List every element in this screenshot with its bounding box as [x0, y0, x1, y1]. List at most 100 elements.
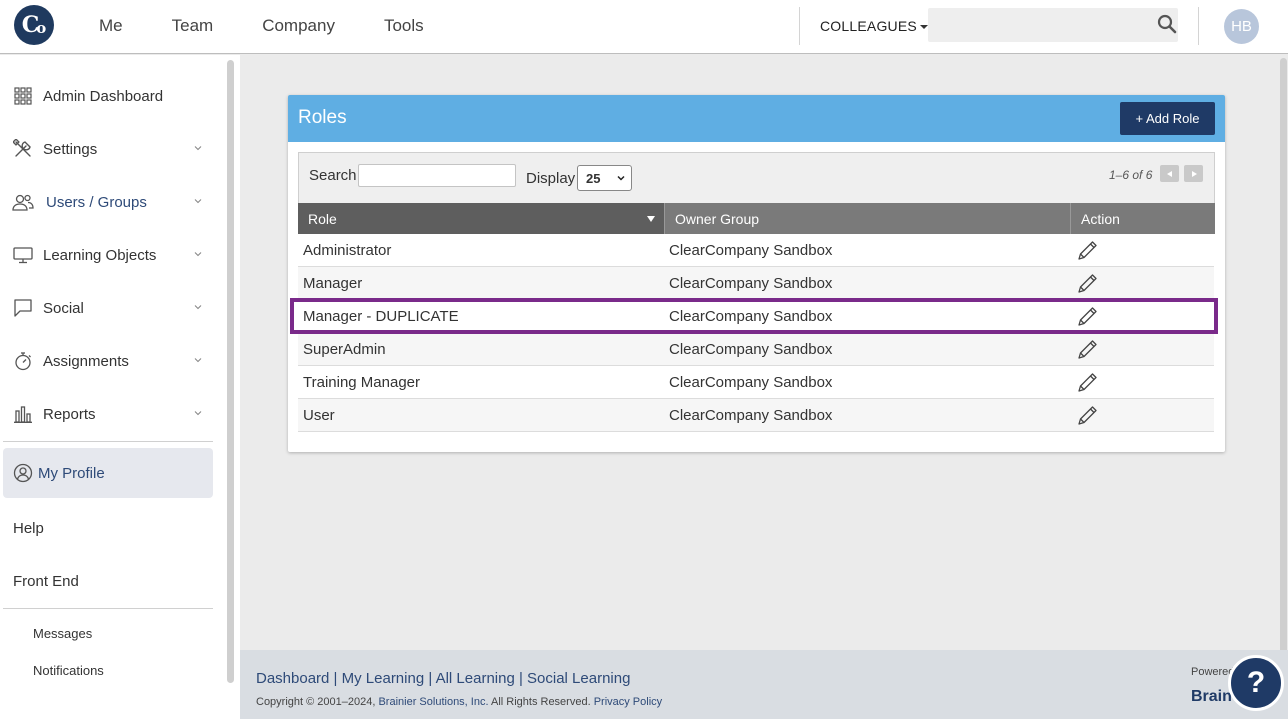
sidebar-item-assignments[interactable]: Assignments [12, 347, 212, 375]
role-cell: Manager [303, 275, 363, 292]
footer-link-dashboard[interactable]: Dashboard [256, 670, 329, 687]
display-label: Display [526, 170, 576, 187]
clearcompany-logo[interactable]: Co [14, 5, 54, 45]
role-cell: User [303, 407, 335, 424]
top-navbar: Co Me Team Company Tools COLLEAGUES HB [0, 0, 1288, 54]
column-label: Role [308, 210, 337, 227]
sidebar-item-my-profile[interactable]: My Profile [3, 448, 213, 498]
triangle-left-icon [1166, 170, 1172, 177]
column-header-role[interactable]: Role [298, 203, 664, 234]
edit-pencil-icon[interactable] [1074, 370, 1100, 396]
page-scrollbar[interactable] [1280, 58, 1287, 684]
owner-group-cell: ClearCompany Sandbox [669, 275, 833, 292]
edit-pencil-icon[interactable] [1074, 304, 1100, 330]
triangle-right-icon [1191, 170, 1197, 177]
sidebar-divider [3, 441, 213, 442]
sidebar-item-notifications[interactable]: Notifications [33, 663, 104, 678]
sidebar-item-label: Settings [43, 140, 98, 158]
sidebar-item-admin-dashboard[interactable]: Admin Dashboard [12, 82, 212, 110]
sidebar-item-social[interactable]: Social [12, 294, 212, 322]
nav-company[interactable]: Company [262, 16, 335, 36]
nav-team[interactable]: Team [172, 16, 214, 36]
table-row: SuperAdmin ClearCompany Sandbox [298, 333, 1214, 366]
column-header-owner-group[interactable]: Owner Group [664, 203, 1070, 234]
tools-icon [12, 138, 34, 160]
sidebar-item-label: Social [43, 299, 84, 317]
edit-pencil-icon[interactable] [1074, 403, 1100, 429]
sidebar-item-learning-objects[interactable]: Learning Objects [12, 241, 212, 269]
nav-divider [1198, 7, 1199, 45]
column-header-action: Action [1070, 203, 1215, 234]
edit-pencil-icon[interactable] [1074, 337, 1100, 363]
prev-page-button[interactable] [1160, 165, 1179, 182]
sidebar-item-users-groups[interactable]: Users / Groups [12, 188, 212, 216]
privacy-policy-link[interactable]: Privacy Policy [594, 696, 662, 708]
main-nav: Me Team Company Tools [99, 16, 473, 36]
sidebar-scrollbar[interactable] [227, 60, 234, 683]
column-label: Owner Group [675, 210, 760, 227]
copyright-text: Copyright © 2001–2024, [256, 696, 379, 708]
nav-me[interactable]: Me [99, 16, 123, 36]
colleagues-dropdown[interactable]: COLLEAGUES [820, 18, 928, 34]
roles-panel: Roles + Add Role Search Display 25 1–6 o… [288, 95, 1225, 452]
footer: Dashboard | My Learning | All Learning |… [240, 650, 1288, 719]
chevron-down-icon [194, 199, 202, 204]
sidebar-item-help[interactable]: Help [13, 520, 44, 537]
grid-icon [12, 85, 34, 107]
table-row: Administrator ClearCompany Sandbox [298, 234, 1214, 267]
sidebar-item-label: Admin Dashboard [43, 87, 164, 105]
page-title: Roles [298, 107, 347, 128]
users-icon [12, 191, 34, 213]
table-row: User ClearCompany Sandbox [298, 399, 1214, 432]
sidebar: Admin Dashboard Settings Users / Groups … [0, 55, 240, 719]
owner-group-cell: ClearCompany Sandbox [669, 341, 833, 358]
search-label: Search [309, 167, 357, 184]
display-count-select[interactable]: 25 [577, 165, 632, 191]
footer-link-my-learning[interactable]: My Learning [342, 670, 425, 687]
footer-link-social-learning[interactable]: Social Learning [527, 670, 630, 687]
chevron-down-icon [194, 411, 202, 416]
sidebar-item-label: Assignments [43, 352, 129, 370]
copyright: Copyright © 2001–2024, Brainier Solution… [256, 696, 662, 708]
chevron-down-icon [194, 305, 202, 310]
chevron-down-icon [194, 146, 202, 151]
sidebar-item-front-end[interactable]: Front End [13, 573, 79, 590]
colleagues-label: COLLEAGUES [820, 18, 917, 34]
search-icon[interactable] [1157, 14, 1177, 34]
owner-group-cell: ClearCompany Sandbox [669, 374, 833, 391]
colleague-search-input[interactable] [928, 8, 1178, 42]
company-link[interactable]: Brainier Solutions, Inc. [378, 696, 488, 708]
table-row: Training Manager ClearCompany Sandbox [298, 366, 1214, 399]
table-row: Manager ClearCompany Sandbox [298, 267, 1214, 300]
role-cell: SuperAdmin [303, 341, 386, 358]
role-cell: Manager - DUPLICATE [303, 308, 459, 325]
chevron-down-icon [194, 358, 202, 363]
sort-desc-icon [647, 216, 655, 222]
sidebar-item-settings[interactable]: Settings [12, 135, 212, 163]
add-role-button[interactable]: + Add Role [1120, 102, 1215, 135]
avatar[interactable]: HB [1224, 9, 1259, 44]
help-button[interactable]: ? [1228, 655, 1284, 711]
next-page-button[interactable] [1184, 165, 1203, 182]
footer-link-all-learning[interactable]: All Learning [436, 670, 515, 687]
role-cell: Administrator [303, 242, 392, 259]
owner-group-cell: ClearCompany Sandbox [669, 242, 833, 259]
sidebar-item-label: Reports [43, 405, 96, 423]
sidebar-item-reports[interactable]: Reports [12, 400, 212, 428]
table-row: Manager - DUPLICATE ClearCompany Sandbox [298, 300, 1214, 333]
brainier-logo[interactable]: Brain [1191, 688, 1232, 706]
logo-letter-small: o [36, 19, 47, 37]
caret-down-icon [919, 25, 928, 30]
sidebar-item-label: My Profile [38, 464, 105, 482]
owner-group-cell: ClearCompany Sandbox [669, 308, 833, 325]
edit-pencil-icon[interactable] [1074, 238, 1100, 264]
roles-search-input[interactable] [358, 164, 516, 187]
nav-tools[interactable]: Tools [384, 16, 424, 36]
rights-text: All Rights Reserved. [488, 696, 594, 708]
roles-table-body: Administrator ClearCompany Sandbox Manag… [298, 234, 1214, 432]
sidebar-item-messages[interactable]: Messages [33, 626, 92, 641]
sidebar-item-label: Learning Objects [43, 246, 157, 264]
nav-divider [799, 7, 800, 45]
edit-pencil-icon[interactable] [1074, 271, 1100, 297]
display-count-value: 25 [586, 170, 601, 186]
